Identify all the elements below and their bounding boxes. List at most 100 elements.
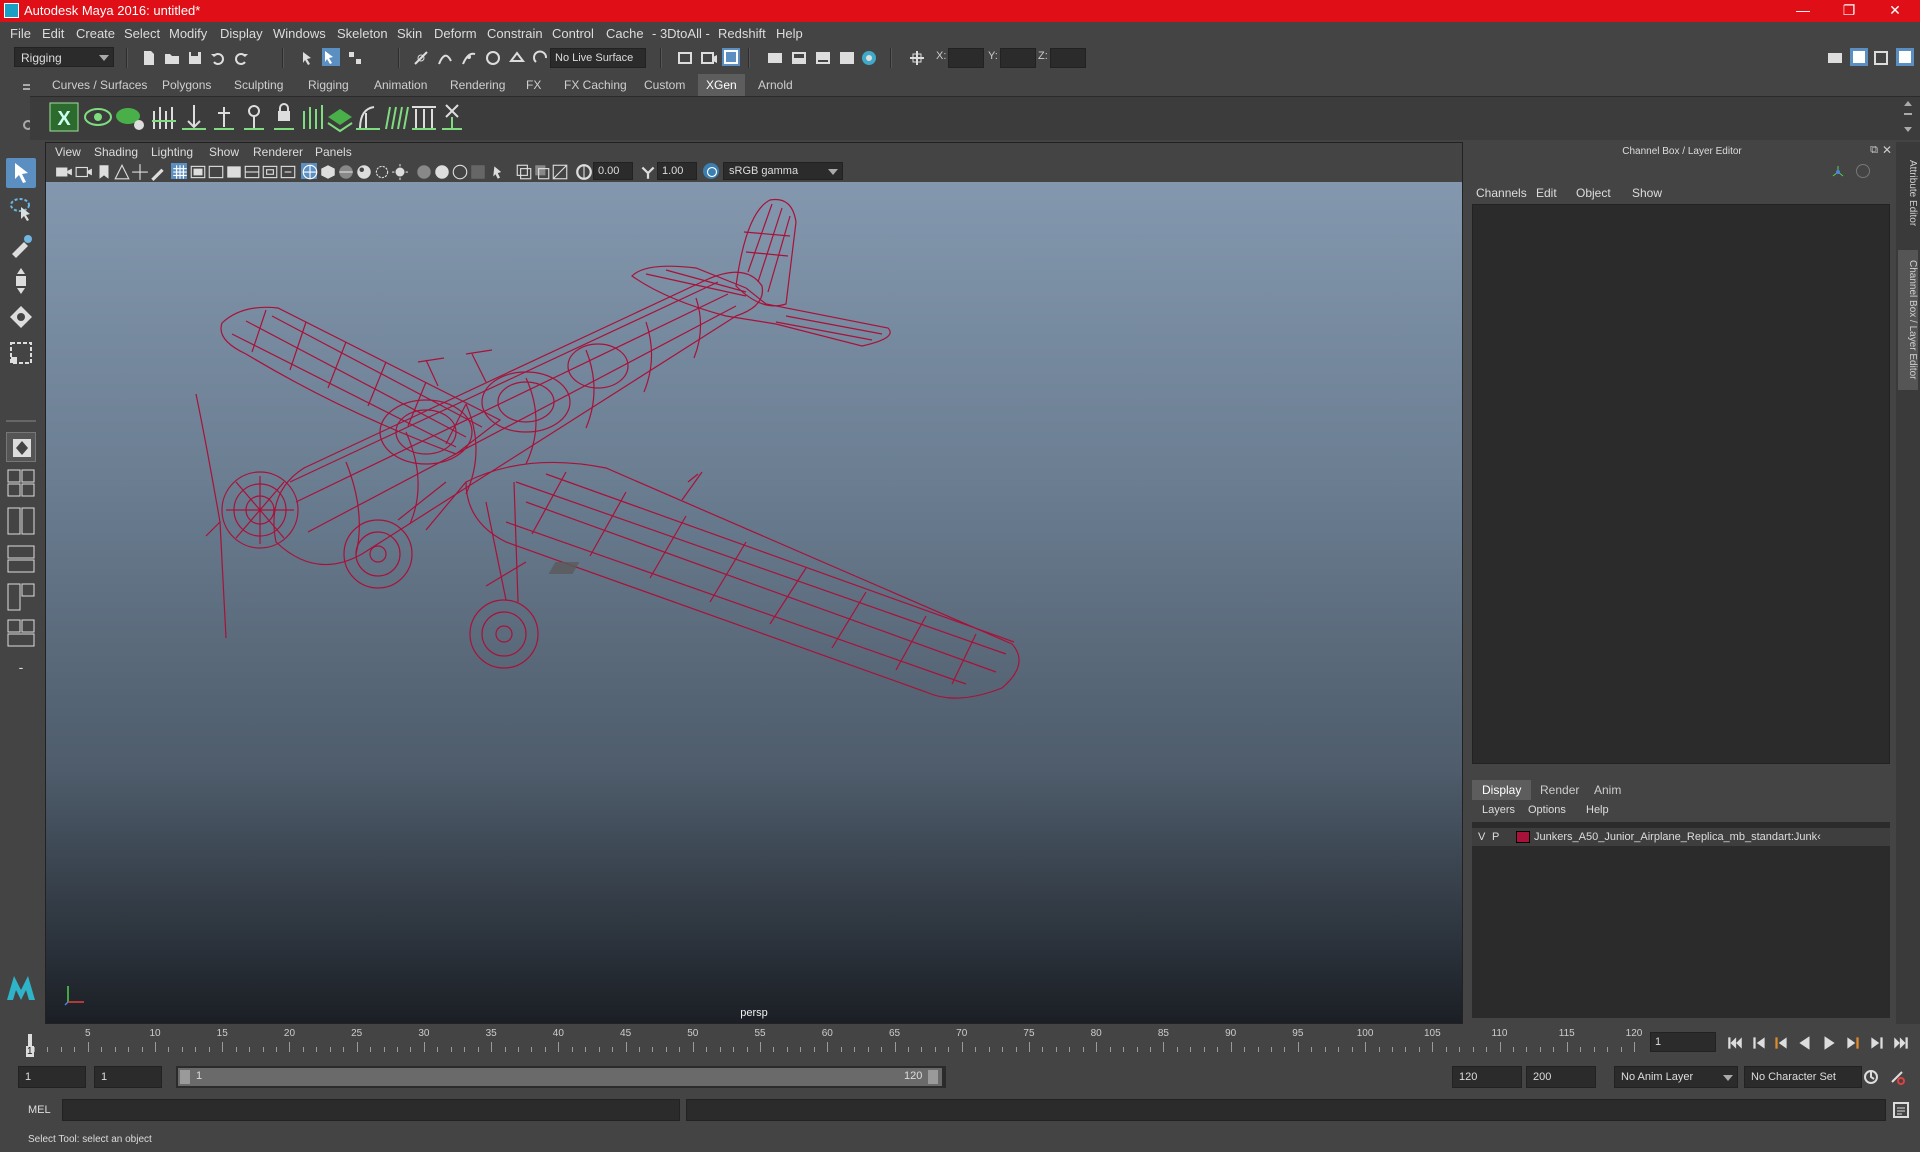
viewport-menu-show[interactable]: Show bbox=[209, 145, 239, 159]
color-management-icon[interactable] bbox=[703, 163, 719, 179]
menu-select[interactable]: Select bbox=[124, 26, 160, 41]
close-button[interactable]: ✕ bbox=[1872, 0, 1918, 22]
xray-joints-icon[interactable] bbox=[533, 163, 550, 180]
tab-arnold[interactable]: Arnold bbox=[750, 74, 801, 96]
motion-blur-icon[interactable] bbox=[433, 163, 449, 179]
save-scene-icon[interactable] bbox=[186, 49, 204, 67]
grease-pencil-icon[interactable] bbox=[149, 163, 165, 181]
layer-playback-toggle[interactable]: P bbox=[1492, 831, 1499, 843]
ambient-occlusion-icon[interactable] bbox=[415, 163, 431, 179]
new-scene-icon[interactable] bbox=[140, 49, 158, 67]
script-editor-icon[interactable] bbox=[1892, 1101, 1910, 1119]
move-tool-icon[interactable] bbox=[6, 266, 36, 296]
xgen-preview-icon[interactable] bbox=[82, 101, 114, 133]
channel-box-menu-show[interactable]: Show bbox=[1632, 186, 1662, 200]
isolate-select-icon[interactable] bbox=[491, 163, 507, 179]
lasso-tool-icon[interactable] bbox=[6, 194, 36, 224]
render-view-icon[interactable] bbox=[790, 49, 808, 67]
arnold-render-icon[interactable] bbox=[860, 49, 878, 67]
menu-skeleton[interactable]: Skeleton bbox=[337, 26, 388, 41]
tab-render-layers[interactable]: Render bbox=[1530, 780, 1589, 800]
layer-row[interactable]: V P Junkers_A50_Junior_Airplane_Replica_… bbox=[1472, 828, 1890, 846]
scale-tool-icon[interactable] bbox=[6, 338, 36, 368]
tab-anim-layers[interactable]: Anim bbox=[1584, 780, 1631, 800]
tab-animation[interactable]: Animation bbox=[366, 74, 435, 96]
tab-display-layers[interactable]: Display bbox=[1472, 780, 1532, 800]
range-slider-track[interactable]: 1 120 bbox=[176, 1066, 946, 1088]
select-hierarchy-icon[interactable] bbox=[300, 49, 318, 67]
tab-fx-caching[interactable]: FX Caching bbox=[556, 74, 635, 96]
render-region-icon[interactable] bbox=[838, 49, 856, 67]
layout-graph-icon[interactable] bbox=[6, 582, 36, 612]
select-component-icon[interactable] bbox=[346, 49, 364, 67]
layer-display-type[interactable] bbox=[1506, 831, 1514, 843]
gate-mask-icon[interactable] bbox=[225, 163, 241, 179]
go-to-start-icon[interactable] bbox=[1726, 1034, 1742, 1050]
layout-side-icon[interactable] bbox=[6, 506, 36, 536]
range-slider-bar[interactable] bbox=[178, 1068, 942, 1086]
tab-xgen[interactable]: XGen bbox=[698, 74, 745, 96]
viewport-menu-panels[interactable]: Panels bbox=[315, 145, 352, 159]
layer-menu-options[interactable]: Options bbox=[1528, 804, 1566, 816]
script-language-toggle[interactable]: MEL bbox=[28, 1104, 51, 1116]
undo-icon[interactable] bbox=[209, 49, 227, 67]
menu-display[interactable]: Display bbox=[220, 26, 263, 41]
film-gate-icon[interactable] bbox=[189, 163, 206, 179]
attribute-editor-toggle-icon[interactable] bbox=[1850, 48, 1868, 66]
color-space-dropdown[interactable]: sRGB gamma bbox=[723, 162, 843, 180]
anti-aliasing-icon[interactable] bbox=[451, 163, 468, 180]
viewport-menu-lighting[interactable]: Lighting bbox=[151, 145, 193, 159]
menu-deform[interactable]: Deform bbox=[434, 26, 477, 41]
tab-sculpting[interactable]: Sculpting bbox=[226, 74, 291, 96]
construction-history-icon[interactable] bbox=[676, 49, 694, 67]
safe-action-icon[interactable] bbox=[261, 163, 278, 179]
snap-surface-icon[interactable] bbox=[508, 49, 526, 67]
menu-control[interactable]: Control bbox=[552, 26, 594, 41]
ipr-render-icon[interactable] bbox=[722, 48, 740, 66]
layout-outliner-icon[interactable] bbox=[6, 544, 36, 574]
step-back-frame-icon[interactable] bbox=[1772, 1034, 1788, 1050]
tab-rendering[interactable]: Rendering bbox=[442, 74, 513, 96]
xgen-sculpt-guide-icon[interactable] bbox=[208, 101, 240, 133]
gamma-icon[interactable] bbox=[639, 163, 655, 179]
channel-box-toggle-icon[interactable] bbox=[1896, 48, 1914, 66]
menu-3dtoall[interactable]: - 3DtoAll - bbox=[652, 26, 710, 41]
redo-icon[interactable] bbox=[232, 49, 250, 67]
shelf-scroll[interactable] bbox=[1902, 99, 1914, 137]
2d-pan-zoom-icon[interactable] bbox=[131, 163, 148, 180]
tab-curves-surfaces[interactable]: Curves / Surfaces bbox=[44, 74, 155, 96]
auto-key-icon[interactable] bbox=[1862, 1068, 1880, 1086]
viewport-menu-view[interactable]: View bbox=[55, 145, 81, 159]
layer-visibility-toggle[interactable]: V bbox=[1478, 831, 1485, 843]
snap-curve-icon[interactable] bbox=[436, 49, 454, 67]
anim-layer-dropdown[interactable]: No Anim Layer bbox=[1614, 1066, 1738, 1088]
menu-create[interactable]: Create bbox=[76, 26, 115, 41]
resolution-gate-icon[interactable] bbox=[207, 163, 224, 179]
channel-box-menu-object[interactable]: Object bbox=[1576, 186, 1611, 200]
restore-button[interactable]: ❐ bbox=[1826, 0, 1872, 22]
channel-box-content[interactable] bbox=[1472, 204, 1890, 764]
channel-box-settings-icon[interactable] bbox=[1856, 164, 1870, 178]
menu-windows[interactable]: Windows bbox=[273, 26, 326, 41]
snap-view-plane-icon[interactable] bbox=[484, 49, 502, 67]
step-forward-key-icon[interactable] bbox=[1868, 1034, 1884, 1050]
wireframe-icon[interactable] bbox=[301, 163, 318, 180]
menu-redshift[interactable]: Redshift bbox=[718, 26, 766, 41]
tab-channel-box-layer-editor[interactable]: Channel Box / Layer Editor bbox=[1898, 250, 1918, 390]
absolute-transform-icon[interactable] bbox=[908, 49, 926, 67]
menu-modify[interactable]: Modify bbox=[169, 26, 207, 41]
xgen-remove-guide-icon[interactable] bbox=[436, 101, 468, 133]
layout-single-icon[interactable] bbox=[6, 432, 36, 462]
xgen-collection-icon[interactable] bbox=[114, 101, 146, 133]
snap-grid-icon[interactable] bbox=[412, 49, 430, 67]
menu-cache[interactable]: Cache bbox=[606, 26, 644, 41]
shadows-icon[interactable] bbox=[391, 163, 408, 180]
channel-box-menu-channels[interactable]: Channels bbox=[1476, 186, 1527, 200]
play-backward-icon[interactable] bbox=[1796, 1034, 1812, 1050]
channel-box-menu-edit[interactable]: Edit bbox=[1536, 186, 1557, 200]
safe-title-icon[interactable] bbox=[279, 163, 296, 179]
depth-of-field-icon[interactable] bbox=[469, 163, 485, 179]
go-to-end-icon[interactable] bbox=[1892, 1034, 1908, 1050]
bookmark-icon[interactable] bbox=[95, 163, 111, 179]
tab-rigging[interactable]: Rigging bbox=[300, 74, 357, 96]
